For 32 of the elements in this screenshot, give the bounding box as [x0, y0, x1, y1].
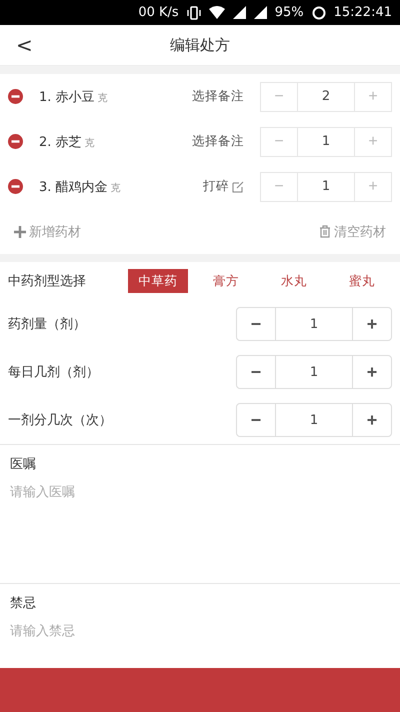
- remove-icon[interactable]: [8, 134, 23, 149]
- network-speed: 00 K/s: [138, 5, 179, 20]
- herb-name: 3. 醋鸡内金: [39, 178, 108, 196]
- edit-icon: [232, 180, 244, 192]
- page-title: 编辑处方: [170, 36, 230, 54]
- remove-icon[interactable]: [8, 179, 23, 194]
- note-button[interactable]: 选择备注: [190, 86, 246, 107]
- signal-icon: [254, 6, 267, 19]
- counter-label: 每日几剂（剂）: [8, 364, 100, 381]
- back-button[interactable]: <: [10, 31, 39, 59]
- section-label: 医嘱: [10, 456, 37, 473]
- section-label: 禁忌: [10, 595, 37, 612]
- unit-label: 克: [110, 182, 121, 194]
- clock: 15:22:41: [334, 5, 392, 20]
- signal-icon: [232, 6, 246, 19]
- herb-name: 2. 赤芝: [39, 134, 82, 150]
- counter-label: 药剂量（剂）: [8, 316, 87, 333]
- counter-label: 一剂分几次（次）: [8, 412, 113, 429]
- remove-icon[interactable]: [8, 89, 23, 104]
- unit-label: 克: [98, 92, 108, 104]
- trash-icon: [319, 225, 331, 238]
- herb-name: 1. 赤小豆: [39, 88, 95, 106]
- dosage-form-option[interactable]: 中草药: [128, 269, 188, 293]
- circle-icon: [312, 6, 326, 20]
- dosage-form-label: 中药剂型选择: [8, 273, 87, 290]
- battery-level: 95%: [274, 5, 304, 20]
- wifi-icon: [208, 6, 225, 19]
- note-button[interactable]: 选择备注: [190, 131, 246, 152]
- plus-icon: [14, 226, 26, 238]
- unit-label: 克: [84, 136, 95, 150]
- vibrate-icon: [186, 6, 201, 20]
- note-button[interactable]: 打碎: [201, 176, 246, 197]
